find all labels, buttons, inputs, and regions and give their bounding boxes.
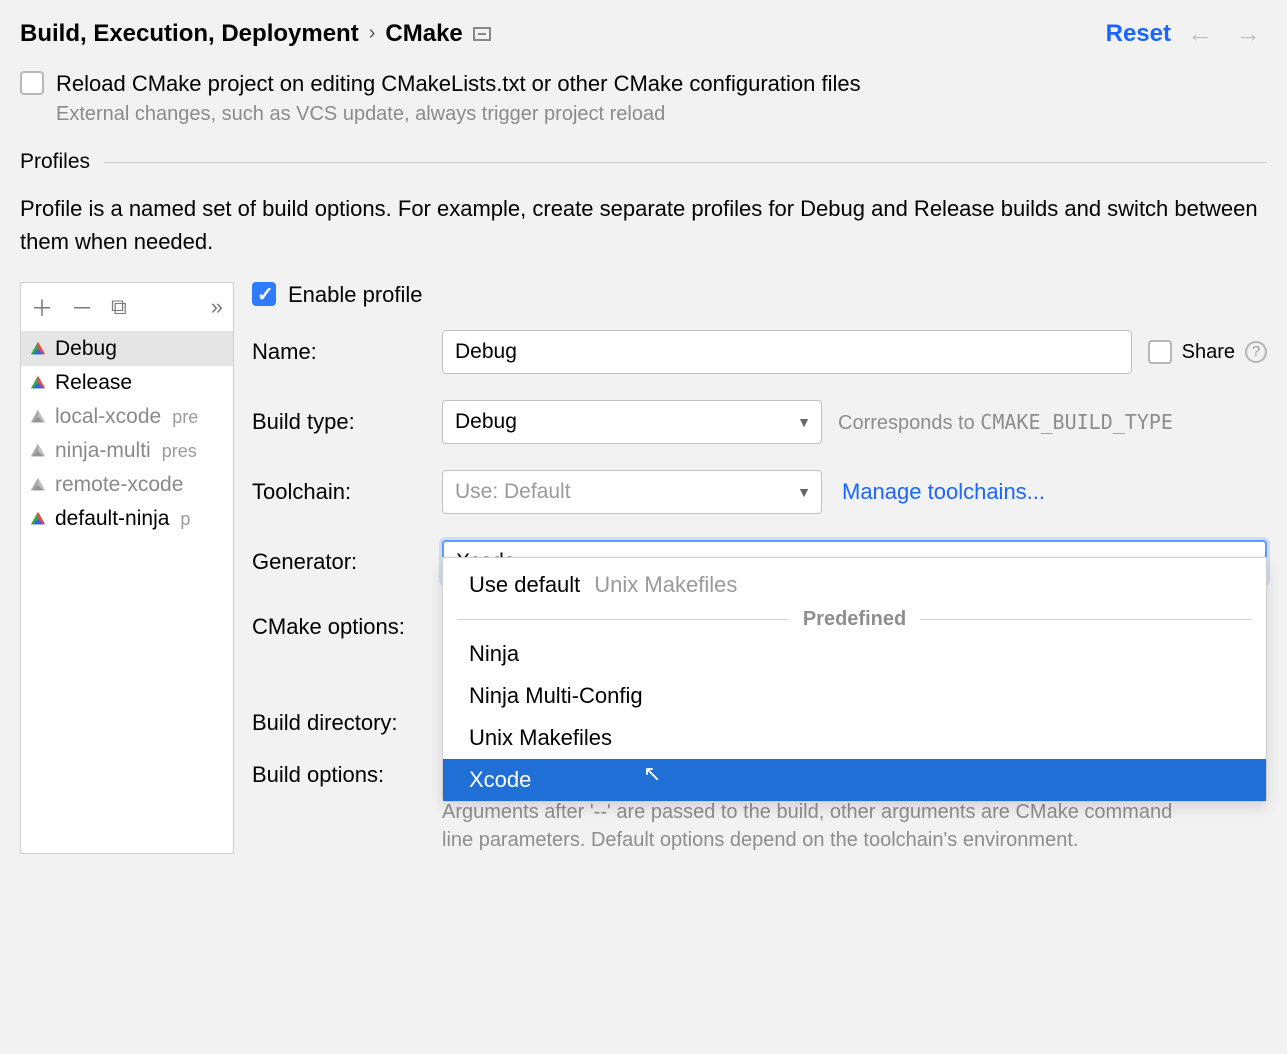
name-label: Name: bbox=[252, 339, 442, 365]
dropdown-item-default[interactable]: Use default Unix Makefiles bbox=[443, 564, 1266, 606]
profile-list-item[interactable]: ninja-multi pres bbox=[21, 434, 233, 468]
reload-hint: External changes, such as VCS update, al… bbox=[56, 103, 1267, 126]
add-icon[interactable]: ＋ bbox=[31, 291, 53, 323]
manage-toolchains-link[interactable]: Manage toolchains... bbox=[842, 479, 1045, 505]
profile-list-item-label: ninja-multi bbox=[55, 439, 151, 463]
toolchain-combo[interactable]: Use: Default ▼ bbox=[442, 470, 822, 514]
profile-list-item-suffix: pre bbox=[172, 407, 198, 428]
back-arrow-icon[interactable]: ← bbox=[1181, 18, 1219, 49]
reload-checkbox-label: Reload CMake project on editing CMakeLis… bbox=[56, 71, 861, 97]
name-input[interactable]: Debug bbox=[442, 330, 1132, 374]
cursor-icon: ↖ bbox=[643, 761, 661, 787]
profile-list-item[interactable]: Debug bbox=[21, 332, 233, 366]
breadcrumb-root[interactable]: Build, Execution, Deployment bbox=[20, 20, 359, 48]
dropdown-item[interactable]: Unix Makefiles bbox=[443, 717, 1266, 759]
reload-checkbox[interactable] bbox=[20, 71, 44, 95]
reset-button[interactable]: Reset bbox=[1106, 20, 1171, 48]
cmake-triangle-icon bbox=[29, 442, 47, 460]
dropdown-item[interactable]: Ninja bbox=[443, 633, 1266, 675]
build-type-label: Build type: bbox=[252, 409, 442, 435]
section-divider bbox=[104, 162, 1267, 163]
breadcrumb-current: CMake bbox=[385, 20, 462, 48]
profiles-section-title: Profiles bbox=[20, 150, 90, 174]
share-label: Share bbox=[1182, 341, 1235, 364]
collapse-icon[interactable] bbox=[473, 27, 491, 41]
dropdown-group-label: Predefined bbox=[803, 608, 906, 631]
profile-list-item[interactable]: remote-xcode bbox=[21, 468, 233, 502]
copy-icon[interactable]: ⧉ bbox=[111, 294, 127, 320]
cmake-triangle-icon bbox=[29, 340, 47, 358]
forward-arrow-icon[interactable]: → bbox=[1229, 18, 1267, 49]
more-icon[interactable]: » bbox=[211, 294, 223, 320]
cmake-triangle-icon bbox=[29, 476, 47, 494]
generator-label: Generator: bbox=[252, 549, 442, 575]
profile-list-item-label: Release bbox=[55, 371, 132, 395]
share-checkbox[interactable] bbox=[1148, 340, 1172, 364]
build-options-label: Build options: bbox=[252, 762, 442, 788]
build-type-value: Debug bbox=[455, 410, 517, 434]
profile-list-item[interactable]: Release bbox=[21, 366, 233, 400]
build-options-hint: Arguments after '--' are passed to the b… bbox=[442, 798, 1202, 854]
dropdown-item[interactable]: Ninja Multi-Config bbox=[443, 675, 1266, 717]
cmake-triangle-icon bbox=[29, 374, 47, 392]
chevron-down-icon: ▼ bbox=[797, 484, 811, 500]
dropdown-default-label: Use default bbox=[469, 572, 580, 598]
profile-list-item-label: remote-xcode bbox=[55, 473, 183, 497]
profile-list-item[interactable]: local-xcode pre bbox=[21, 400, 233, 434]
toolchain-value: Use: Default bbox=[455, 480, 571, 504]
build-type-combo[interactable]: Debug ▼ bbox=[442, 400, 822, 444]
build-directory-label: Build directory: bbox=[252, 710, 442, 736]
profile-list-item[interactable]: default-ninja p bbox=[21, 502, 233, 536]
profiles-description: Profile is a named set of build options.… bbox=[20, 192, 1267, 258]
cmake-options-label: CMake options: bbox=[252, 614, 442, 640]
dropdown-item[interactable]: Xcode↖ bbox=[443, 759, 1266, 801]
profile-list-item-label: Debug bbox=[55, 337, 117, 361]
enable-profile-checkbox[interactable] bbox=[252, 282, 276, 306]
enable-profile-label: Enable profile bbox=[288, 282, 423, 308]
remove-icon[interactable]: － bbox=[71, 291, 93, 323]
profiles-toolbar: ＋ － ⧉ » bbox=[21, 283, 233, 332]
build-type-hint: Corresponds to CMAKE_BUILD_TYPE bbox=[838, 410, 1173, 435]
profile-list-item-label: default-ninja bbox=[55, 507, 169, 531]
dropdown-default-value: Unix Makefiles bbox=[594, 572, 737, 598]
generator-dropdown: Use default Unix Makefiles Predefined Ni… bbox=[442, 557, 1267, 802]
profile-list-item-suffix: pres bbox=[162, 441, 197, 462]
divider-line bbox=[457, 619, 789, 620]
help-icon[interactable]: ? bbox=[1245, 341, 1267, 363]
toolchain-label: Toolchain: bbox=[252, 479, 442, 505]
breadcrumb-separator: › bbox=[369, 22, 376, 45]
cmake-triangle-icon bbox=[29, 408, 47, 426]
profiles-panel: ＋ － ⧉ » Debug Release local-xcode pre nin… bbox=[20, 282, 234, 854]
profile-form: Enable profile Name: Debug Share ? Build… bbox=[252, 282, 1267, 854]
profile-list-item-label: local-xcode bbox=[55, 405, 161, 429]
divider-line bbox=[920, 619, 1252, 620]
cmake-triangle-icon bbox=[29, 510, 47, 528]
profile-list-item-suffix: p bbox=[180, 509, 190, 530]
chevron-down-icon: ▼ bbox=[797, 414, 811, 430]
